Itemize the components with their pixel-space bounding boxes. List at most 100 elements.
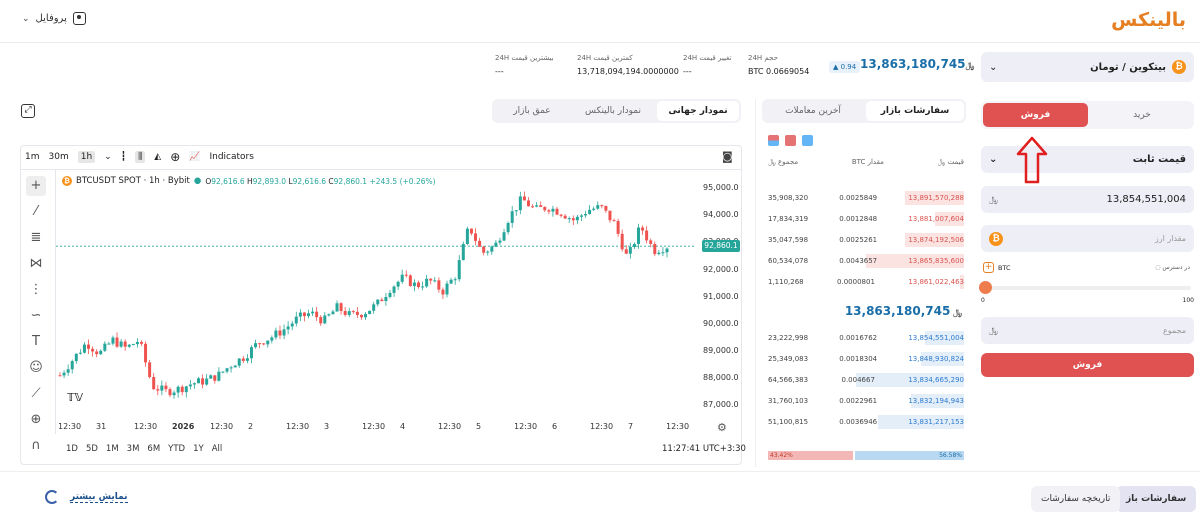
user-icon <box>72 12 86 25</box>
candle <box>254 339 258 349</box>
pattern-icon[interactable]: ⋈ <box>26 254 46 274</box>
indicators-icon[interactable]: 📈 <box>189 152 200 162</box>
profile-label: پروفایل <box>35 13 67 24</box>
area-style-icon[interactable]: ◭ <box>154 152 161 162</box>
range-3m[interactable]: 3M <box>127 444 140 454</box>
candle <box>262 343 266 346</box>
zoom-icon[interactable]: ⊕ <box>26 410 46 430</box>
fib-icon[interactable]: ≣ <box>26 228 46 248</box>
trendline-icon[interactable]: ⁄ <box>26 202 46 222</box>
available-asset: + BTC <box>983 262 1011 273</box>
stat-change: تغییر قیمت 24H --- <box>683 54 732 76</box>
slider-knob[interactable] <box>979 281 992 294</box>
candle <box>221 371 225 374</box>
candle <box>474 228 478 246</box>
order-type-select[interactable]: قیمت ثابت ⌄ <box>981 146 1194 173</box>
view-both-icon[interactable] <box>768 135 779 146</box>
camera-icon[interactable]: ◙ <box>722 150 733 163</box>
plus-icon[interactable]: + <box>983 262 994 273</box>
candle <box>213 375 217 384</box>
orderbook-row[interactable]: 25,349,083 0.0018304 13,848,930,824 <box>768 352 964 366</box>
orderbook-row[interactable]: 51,100,815 0.0036946 13,831,217,153 <box>768 415 964 429</box>
candle <box>315 306 319 322</box>
candle <box>180 384 184 396</box>
cell-total: 1,110,268 <box>768 278 804 286</box>
y-tick-label: 88,000.0 <box>703 373 739 383</box>
orderbook-row[interactable]: 23,222,998 0.0016762 13,854,551,004 <box>768 331 964 345</box>
orderbook-row[interactable]: 35,908,320 0.0025849 13,891,570,288 <box>768 191 964 205</box>
ruler-icon[interactable]: ⟋ <box>26 384 46 404</box>
settings-icon[interactable]: ⚙ <box>717 421 727 434</box>
tab-open-orders[interactable]: سفارشات باز <box>1116 486 1197 512</box>
candle <box>555 206 559 216</box>
arrow-up-icon <box>1016 136 1048 184</box>
price-field[interactable]: 13,854,551,004 ﷼ <box>981 186 1194 213</box>
projection-icon[interactable]: ⋮ <box>26 280 46 300</box>
candle <box>302 312 306 322</box>
candle <box>612 218 616 222</box>
tab-global-chart[interactable]: نمودار جهانی <box>657 101 739 121</box>
timeframe-1m[interactable]: 1m <box>25 152 40 162</box>
range-all[interactable]: All <box>212 444 223 454</box>
timeframe-30m[interactable]: 30m <box>49 152 69 162</box>
y-tick-label: 87,000.0 <box>703 400 739 410</box>
candle <box>62 370 66 379</box>
amount-field[interactable]: مقدار ارز ₿ <box>981 225 1194 252</box>
tab-buy[interactable]: خرید <box>1092 103 1192 127</box>
expand-icon[interactable]: ⤢ <box>21 104 35 118</box>
tab-market-depth[interactable]: عمق بازار <box>494 101 570 121</box>
orderbook-row[interactable]: 31,760,103 0.0022961 13,832,194,943 <box>768 394 964 408</box>
tab-market-orders[interactable]: سفارشات بازار <box>866 101 964 121</box>
brush-icon[interactable]: ∽ <box>26 306 46 326</box>
candlestick-chart[interactable] <box>56 180 696 416</box>
magnet-icon[interactable]: ∩ <box>26 436 46 456</box>
candle <box>518 191 522 215</box>
candle <box>425 274 429 288</box>
brand-logo[interactable]: بالینکس <box>1111 9 1186 31</box>
orderbook-row[interactable]: 64,566,383 0.004667 13,834,665,290 <box>768 373 964 387</box>
cell-price: 13,848,930,824 <box>908 355 964 363</box>
emoji-icon[interactable]: ☺ <box>26 358 46 378</box>
x-tick-label: 12:30 <box>58 422 82 431</box>
range-1m[interactable]: 1M <box>106 444 119 454</box>
candle <box>87 339 91 355</box>
view-bids-icon[interactable] <box>802 135 813 146</box>
candle-style-icon[interactable]: ⫼ <box>135 151 146 163</box>
candle <box>82 341 86 354</box>
orderbook-row[interactable]: 17,834,319 0.0012848 13,881,007,604 <box>768 212 964 226</box>
range-1y[interactable]: 1Y <box>193 444 204 454</box>
candle <box>217 367 221 382</box>
orderbook-row[interactable]: 1,110,268 0.0000801 13,861,022,463 <box>768 275 964 289</box>
orderbook-row[interactable]: 60,534,078 0.0043657 13,865,835,600 <box>768 254 964 268</box>
range-6m[interactable]: 6M <box>147 444 160 454</box>
tab-sell[interactable]: فروش <box>983 103 1088 127</box>
candle <box>461 241 465 261</box>
candle <box>579 214 583 222</box>
tab-balinex-chart[interactable]: نمودار بالینکس <box>571 101 655 121</box>
refresh-icon[interactable] <box>45 490 59 504</box>
chevron-down-icon[interactable]: ⌄ <box>104 152 112 162</box>
tab-order-history[interactable]: تاریخچه سفارشات <box>1031 486 1121 512</box>
orderbook-row[interactable]: 35,047,598 0.0025261 13,874,192,506 <box>768 233 964 247</box>
candle <box>184 385 188 398</box>
cell-price: 13,831,217,153 <box>908 418 964 426</box>
show-more-link[interactable]: نمایش بیشتر <box>70 492 128 503</box>
pair-selector[interactable]: ₿ بیتکوین / تومان ⌄ <box>981 52 1194 82</box>
add-indicator-icon[interactable]: ⊕ <box>170 150 180 164</box>
bar-style-icon[interactable]: ┇ <box>121 152 126 162</box>
range-ytd[interactable]: YTD <box>168 444 185 454</box>
indicators-button[interactable]: Indicators <box>209 152 253 162</box>
crosshair-icon[interactable]: + <box>26 176 46 196</box>
total-field[interactable]: مجموع ﷼ <box>981 317 1194 344</box>
text-icon[interactable]: T <box>26 332 46 352</box>
profile-menu[interactable]: ⌄ پروفایل <box>22 12 86 25</box>
tab-last-trades[interactable]: آخرین معاملات <box>764 101 862 121</box>
sell-button[interactable]: فروش <box>981 353 1194 377</box>
range-1d[interactable]: 1D <box>66 444 78 454</box>
timeframe-1h[interactable]: 1h <box>77 151 96 163</box>
range-5d[interactable]: 5D <box>86 444 98 454</box>
cell-total: 31,760,103 <box>768 397 809 405</box>
candle <box>388 289 392 299</box>
amount-slider[interactable] <box>979 281 1191 294</box>
view-asks-icon[interactable] <box>785 135 796 146</box>
